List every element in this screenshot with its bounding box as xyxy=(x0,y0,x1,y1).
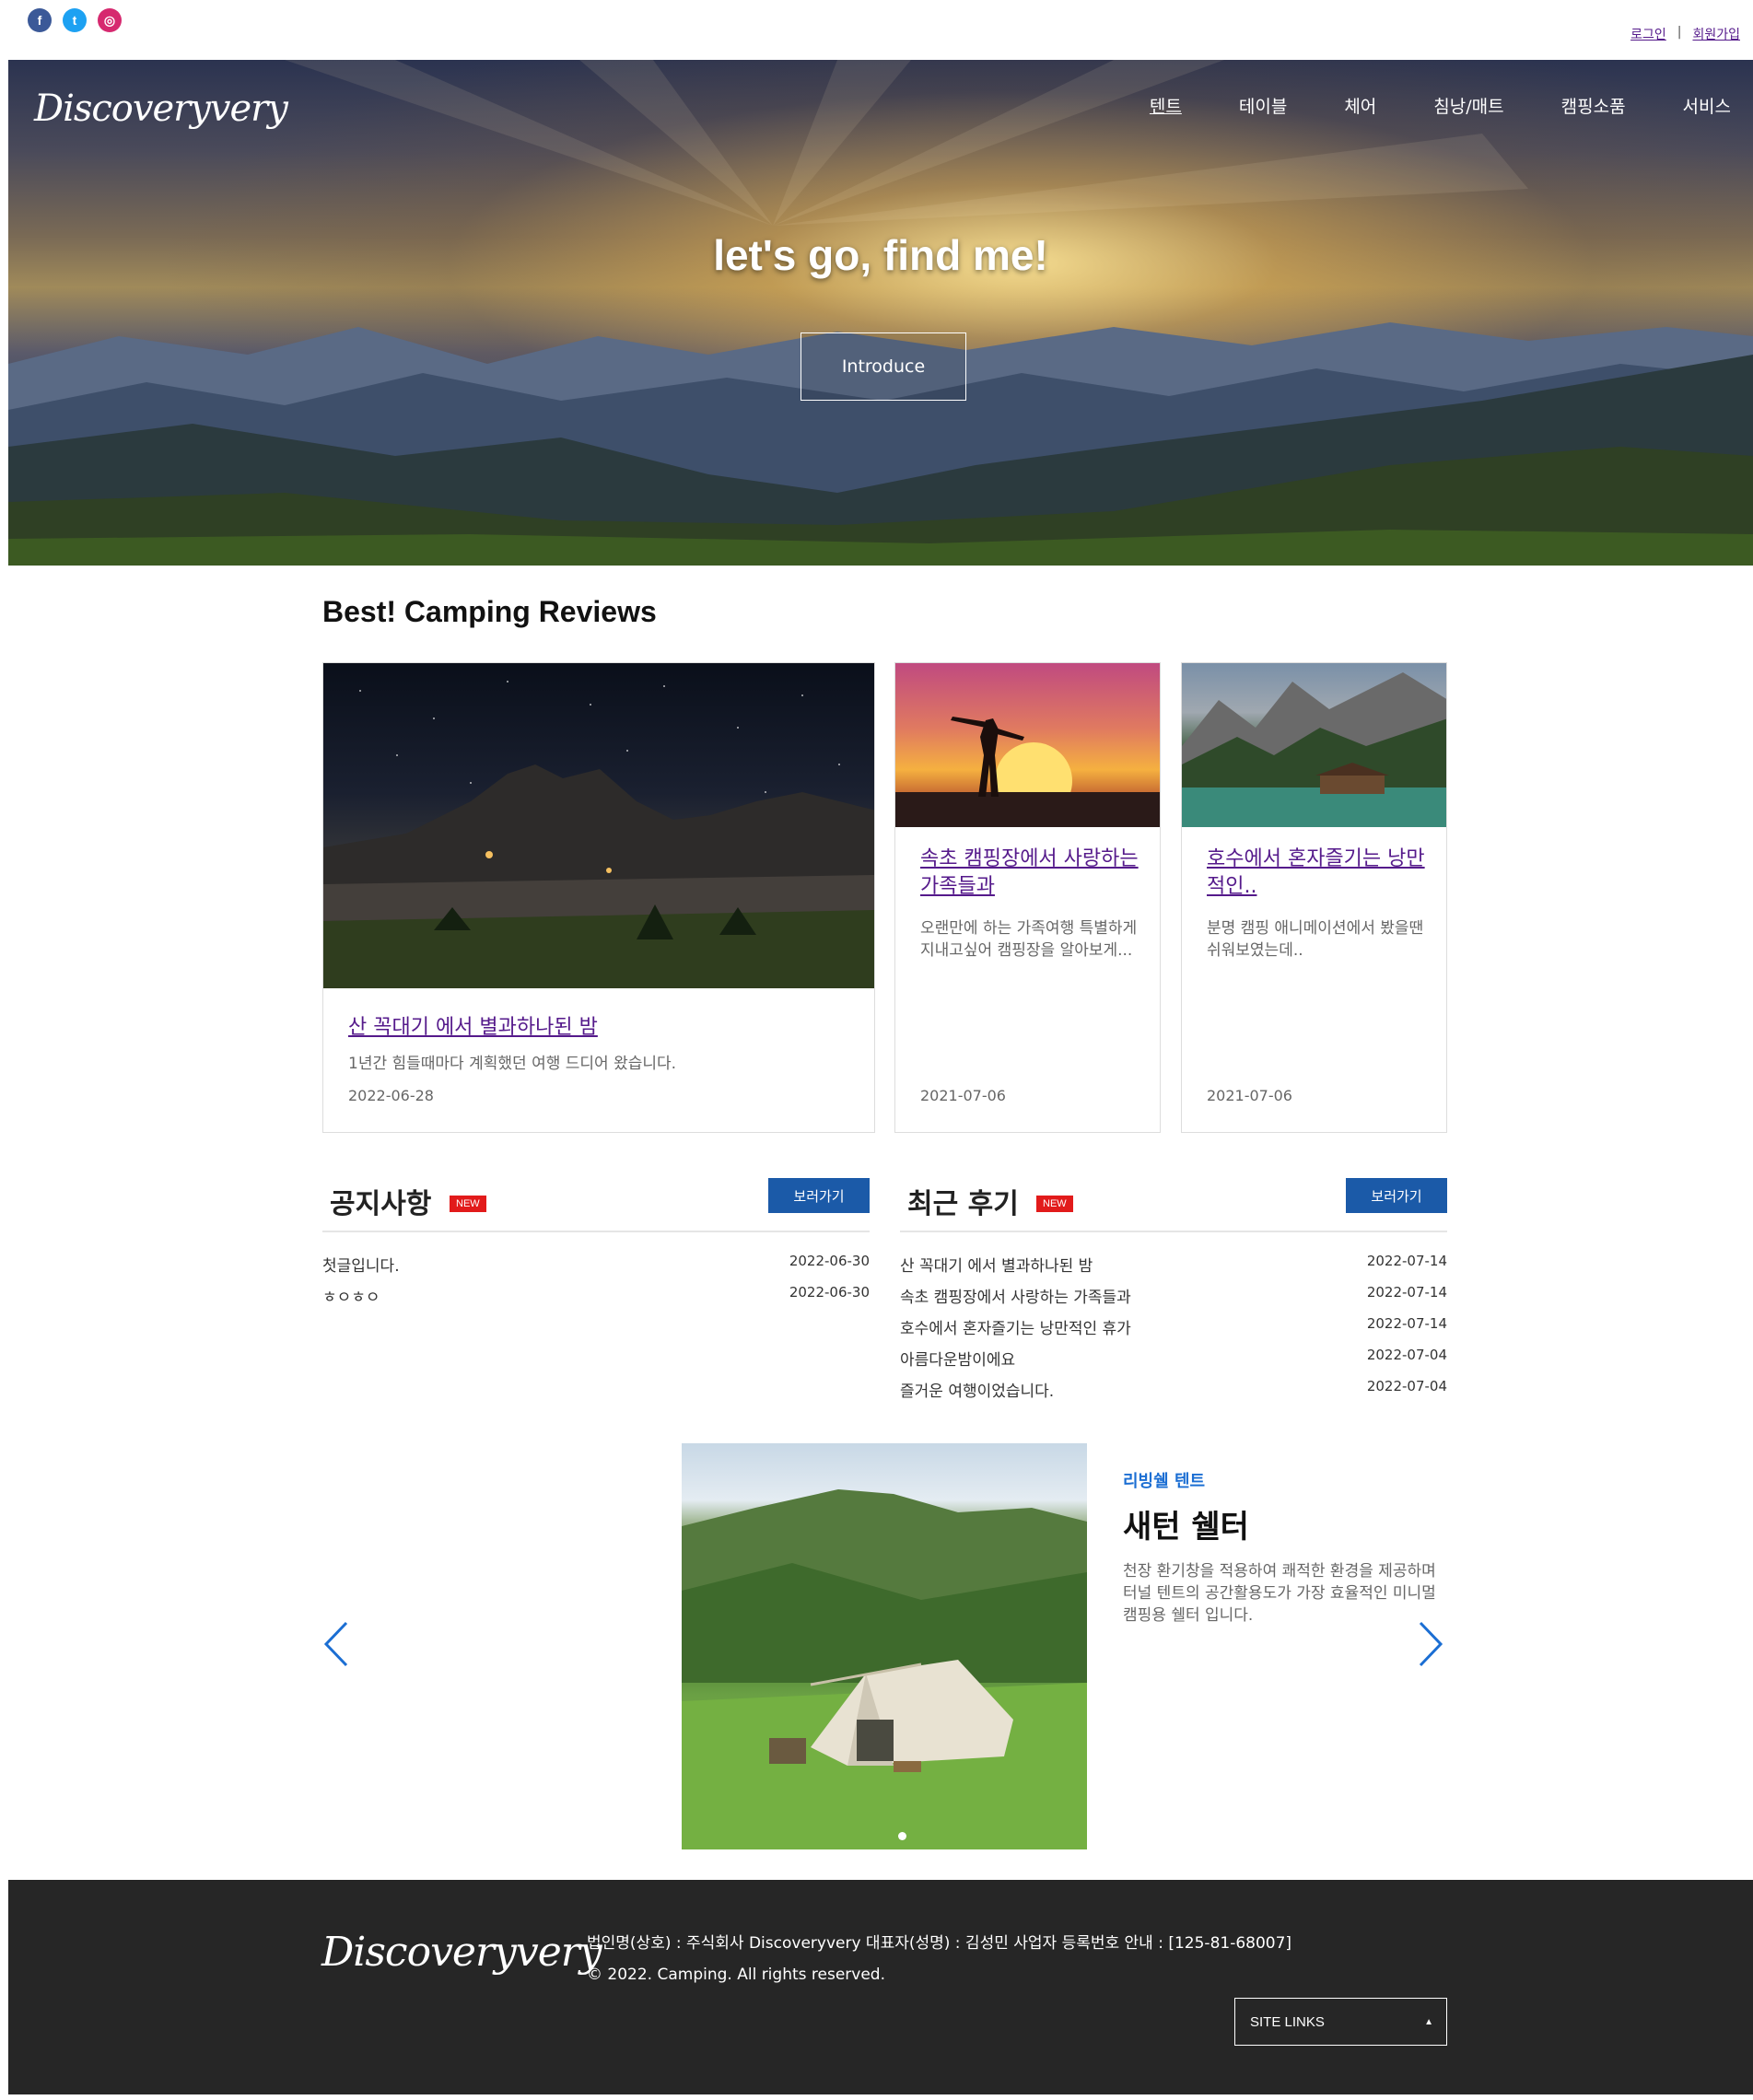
new-badge: NEW xyxy=(1036,1196,1073,1212)
hero-mountains-image xyxy=(8,60,1753,566)
nav-item-tent[interactable]: 텐트 xyxy=(1150,93,1182,118)
instagram-icon[interactable]: ◎ xyxy=(98,8,122,32)
recent-board-title: 최근 후기 xyxy=(907,1188,1019,1220)
list-item[interactable]: 즐거운 여행이었습니다. 2022-07-04 xyxy=(900,1378,1447,1409)
product-title: 새턴 쉘터 xyxy=(1123,1509,1249,1546)
list-item-date: 2022-06-30 xyxy=(789,1253,870,1269)
site-footer: Discoveryvery 법인명(상호) : 주식회사 Discoveryve… xyxy=(8,1880,1753,2094)
site-links-select[interactable]: SITE LINKS ▲ xyxy=(1234,1998,1447,2046)
nav-item-camping-goods[interactable]: 캠핑소품 xyxy=(1561,93,1626,118)
list-item[interactable]: 첫글입니다. 2022-06-30 xyxy=(322,1253,870,1284)
notice-more-button[interactable]: 보러가기 xyxy=(768,1178,870,1213)
list-item-title[interactable]: 첫글입니다. xyxy=(322,1253,400,1284)
site-logo[interactable]: Discoveryvery xyxy=(34,88,288,130)
notice-list: 첫글입니다. 2022-06-30 ㅎㅇㅎㅇ 2022-06-30 xyxy=(322,1253,870,1315)
caret-up-icon: ▲ xyxy=(1424,2016,1433,2027)
review-card-title[interactable]: 산 꼭대기 에서 별과하나된 밤 xyxy=(348,1014,598,1042)
review-card-image xyxy=(895,663,1160,827)
nav-item-service[interactable]: 서비스 xyxy=(1683,93,1731,118)
site-links-label: SITE LINKS xyxy=(1250,2013,1325,2030)
recent-reviews-board: 최근 후기 NEW 보러가기 산 꼭대기 에서 별과하나된 밤 2022-07-1… xyxy=(900,1172,1447,1402)
company-info: 법인명(상호) : 주식회사 Discoveryvery 대표자(성명) : 김… xyxy=(587,1928,1291,1990)
review-card-image xyxy=(1182,663,1446,827)
review-card[interactable]: 호수에서 혼자즐기는 낭만적인.. 분명 캠핑 애니메이션에서 봤을땐 쉬워보였… xyxy=(1181,662,1447,1133)
introduce-button[interactable]: Introduce xyxy=(801,332,966,401)
review-card-image xyxy=(323,663,874,988)
account-links: 로그인 | 회원가입 xyxy=(1630,25,1740,43)
review-card-desc: 오랜만에 하는 가족여행 특별하게 지내고싶어 캠핑장을 알아보게... xyxy=(920,919,1138,960)
link-separator: | xyxy=(1677,25,1682,40)
chevron-left-icon xyxy=(323,1621,348,1667)
list-item[interactable]: ㅎㅇㅎㅇ 2022-06-30 xyxy=(322,1284,870,1315)
list-item-date: 2022-06-30 xyxy=(789,1284,870,1301)
review-card[interactable]: 산 꼭대기 에서 별과하나된 밤 1년간 힘들때마다 계획했던 여행 드디어 왔… xyxy=(322,662,875,1133)
list-item-title[interactable]: ㅎㅇㅎㅇ xyxy=(322,1284,380,1315)
list-item[interactable]: 호수에서 혼자즐기는 낭만적인 휴가 2022-07-14 xyxy=(900,1315,1447,1347)
review-card-date: 2021-07-06 xyxy=(1207,1087,1292,1104)
copyright: © 2022. Camping. All rights reserved. xyxy=(587,1966,885,1984)
review-card-desc: 1년간 힘들때마다 계획했던 여행 드디어 왔습니다. xyxy=(348,1055,677,1073)
list-item-date: 2022-07-04 xyxy=(1366,1378,1447,1394)
list-item-date: 2022-07-14 xyxy=(1366,1315,1447,1332)
list-item-title[interactable]: 즐거운 여행이었습니다. xyxy=(900,1378,1054,1409)
notice-board-header: 공지사항 NEW 보러가기 xyxy=(322,1172,870,1232)
nav-item-sleeping-mat[interactable]: 침낭/매트 xyxy=(1433,93,1503,118)
reviews-section-title: Best! Camping Reviews xyxy=(322,595,657,628)
product-description: 천장 환기창을 적용하여 쾌적한 환경을 제공하며 터널 텐트의 공간활용도가 … xyxy=(1123,1562,1436,1625)
list-item-date: 2022-07-14 xyxy=(1366,1284,1447,1301)
notice-board-title: 공지사항 xyxy=(330,1188,432,1220)
list-item[interactable]: 아름다운밤이에요 2022-07-04 xyxy=(900,1347,1447,1378)
list-item-date: 2022-07-04 xyxy=(1366,1347,1447,1363)
slider-next-button[interactable] xyxy=(1417,1621,1444,1671)
list-item-title[interactable]: 호수에서 혼자즐기는 낭만적인 휴가 xyxy=(900,1315,1131,1347)
nav-item-chair[interactable]: 체어 xyxy=(1344,93,1376,118)
review-card-date: 2022-06-28 xyxy=(348,1087,434,1104)
company-details: 법인명(상호) : 주식회사 Discoveryvery 대표자(성명) : 김… xyxy=(587,1934,1292,1953)
slider-image xyxy=(682,1443,1087,1849)
notice-board: 공지사항 NEW 보러가기 첫글입니다. 2022-06-30 ㅎㅇㅎㅇ 2022-… xyxy=(322,1172,870,1402)
chevron-right-icon xyxy=(1419,1621,1443,1667)
slider-indicator-dot[interactable] xyxy=(898,1832,906,1840)
review-card[interactable]: 속초 캠핑장에서 사랑하는 가족들과 오랜만에 하는 가족여행 특별하게 지내고… xyxy=(894,662,1161,1133)
list-item-date: 2022-07-14 xyxy=(1366,1253,1447,1269)
footer-logo: Discoveryvery xyxy=(321,1929,602,1976)
list-item-title[interactable]: 산 꼭대기 에서 별과하나된 밤 xyxy=(900,1253,1093,1284)
product-category: 리빙쉘 텐트 xyxy=(1123,1472,1206,1491)
hero-headline: let's go, find me! xyxy=(713,231,1048,279)
review-card-desc: 분명 캠핑 애니메이션에서 봤을땐 쉬워보였는데.. xyxy=(1207,919,1424,960)
social-links: f t ◎ xyxy=(28,8,122,32)
new-badge: NEW xyxy=(450,1196,486,1212)
facebook-icon[interactable]: f xyxy=(28,8,52,32)
recent-list: 산 꼭대기 에서 별과하나된 밤 2022-07-14 속초 캠핑장에서 사랑하는… xyxy=(900,1253,1447,1409)
slider-prev-button[interactable] xyxy=(322,1621,350,1671)
review-card-title[interactable]: 호수에서 혼자즐기는 낭만적인.. xyxy=(1207,846,1428,901)
twitter-icon[interactable]: t xyxy=(63,8,87,32)
main-nav: 텐트 테이블 체어 침낭/매트 캠핑소품 서비스 xyxy=(1150,93,1731,118)
signup-link[interactable]: 회원가입 xyxy=(1692,25,1740,43)
list-item[interactable]: 산 꼭대기 에서 별과하나된 밤 2022-07-14 xyxy=(900,1253,1447,1284)
recent-board-header: 최근 후기 NEW 보러가기 xyxy=(900,1172,1447,1232)
recent-more-button[interactable]: 보러가기 xyxy=(1346,1178,1447,1213)
list-item[interactable]: 속초 캠핑장에서 사랑하는 가족들과 2022-07-14 xyxy=(900,1284,1447,1315)
nav-item-table[interactable]: 테이블 xyxy=(1239,93,1287,118)
list-item-title[interactable]: 아름다운밤이에요 xyxy=(900,1347,1015,1378)
list-item-title[interactable]: 속초 캠핑장에서 사랑하는 가족들과 xyxy=(900,1284,1131,1315)
review-card-date: 2021-07-06 xyxy=(920,1087,1006,1104)
login-link[interactable]: 로그인 xyxy=(1630,25,1666,43)
review-card-title[interactable]: 속초 캠핑장에서 사랑하는 가족들과 xyxy=(920,846,1141,901)
hero-banner: Discoveryvery 텐트 테이블 체어 침낭/매트 캠핑소품 서비스 l… xyxy=(8,60,1753,566)
top-bar: f t ◎ 로그인 | 회원가입 xyxy=(0,0,1753,60)
